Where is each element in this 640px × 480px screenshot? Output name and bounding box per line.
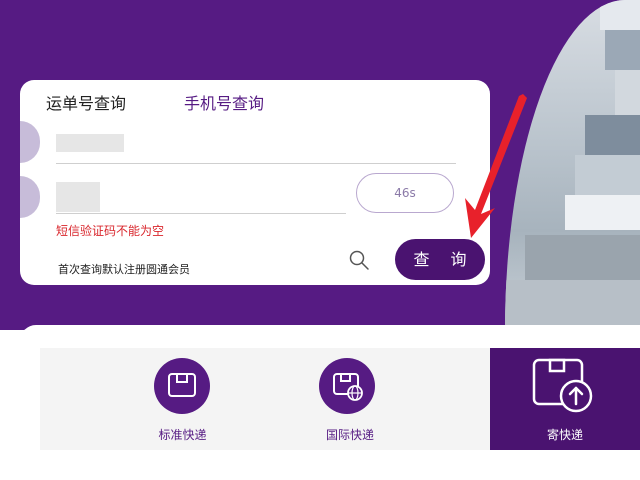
query-button[interactable]: 查 询: [395, 239, 485, 280]
error-message: 短信验证码不能为空: [56, 224, 165, 238]
field-decoration: [20, 176, 40, 218]
tab-phone-query[interactable]: 手机号查询: [184, 90, 264, 114]
package-icon: [154, 358, 210, 414]
tab-waybill-query[interactable]: 运单号查询: [46, 90, 126, 114]
sms-countdown-button[interactable]: 46s: [356, 173, 454, 213]
register-note: 首次查询默认注册圆通会员: [58, 263, 190, 276]
service-send-express[interactable]: 寄快递: [490, 348, 640, 450]
service-label: 国际快递: [325, 428, 374, 442]
send-package-icon: [532, 358, 596, 414]
sms-code-input[interactable]: [56, 178, 346, 216]
service-international-express[interactable]: 国际快递: [270, 348, 430, 450]
search-icon[interactable]: [348, 249, 370, 271]
international-package-icon: [319, 358, 375, 414]
query-card: 运单号查询 手机号查询 46s 短信验证码不能为空 首次查询默认注册圆通会员 查…: [20, 80, 490, 285]
field-decoration: [20, 121, 40, 163]
red-arrow-annotation: [465, 94, 527, 238]
phone-input[interactable]: [56, 125, 456, 165]
service-label: 寄快递: [546, 428, 583, 442]
services-bar: 标准快递 国际快递 寄快递: [40, 348, 640, 450]
